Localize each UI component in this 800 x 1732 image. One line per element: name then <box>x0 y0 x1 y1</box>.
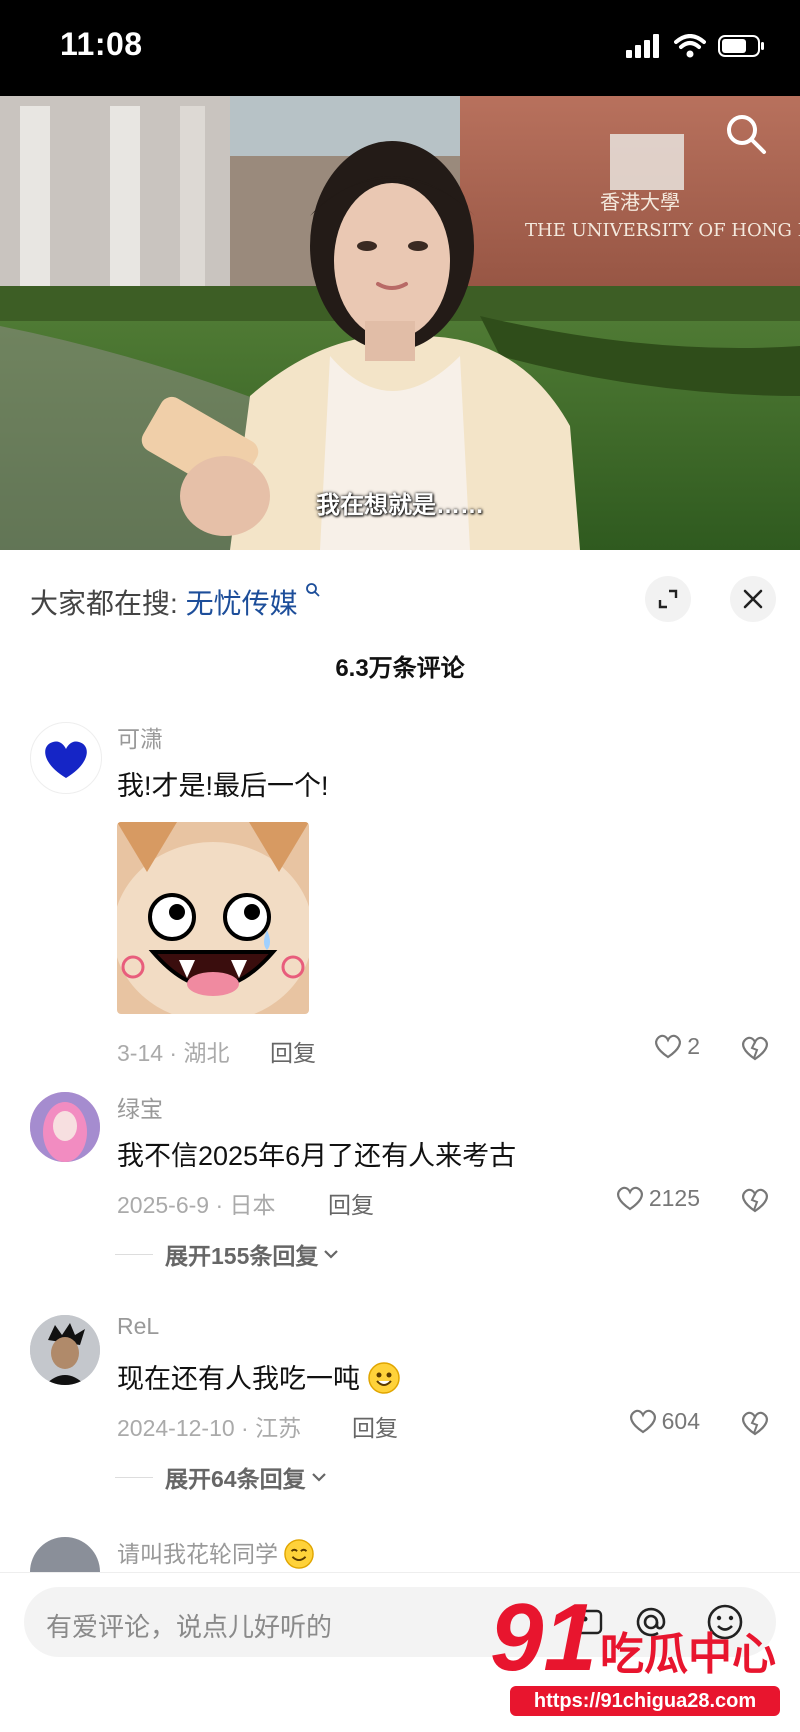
like-button[interactable]: 2 <box>653 1032 700 1060</box>
comment-input-placeholder: 有爱评论，说点儿好听的 <box>46 1612 333 1642</box>
divider <box>115 1253 153 1255</box>
signal-icon <box>626 34 659 58</box>
hot-search-prefix: 大家都在搜: <box>30 588 178 619</box>
comment-text: 我!才是!最后一个! <box>117 771 329 801</box>
smiley-emoji-icon <box>284 1539 315 1569</box>
like-count: 2 <box>687 1032 700 1059</box>
comment-text-content: 现在还有人我吃一吨 <box>117 1364 360 1394</box>
avatar[interactable] <box>30 722 102 794</box>
video-subtitle: 我在想就是…… <box>316 492 484 519</box>
comment-username-text: 请叫我花轮同学 <box>117 1541 278 1567</box>
watermark-number: 91 <box>490 1584 597 1691</box>
reply-button[interactable]: 回复 <box>328 1186 374 1220</box>
watermark-logo: 91 吃瓜中心 https://91chigua28.com <box>490 1590 790 1720</box>
search-small-icon <box>306 583 320 597</box>
hot-search[interactable]: 大家都在搜: 无忧传媒 <box>30 582 321 622</box>
user-avatar-icon <box>30 1092 100 1162</box>
sign-english: THE UNIVERSITY OF HONG K <box>525 220 800 241</box>
status-icons <box>626 34 766 58</box>
dislike-icon[interactable] <box>740 1186 770 1214</box>
comment-count: 6.3万条评论 <box>335 655 465 682</box>
comment-username[interactable]: 可潇 <box>117 720 163 754</box>
cat-sticker <box>117 822 309 1014</box>
expand-replies-button[interactable]: 展开155条回复 <box>115 1237 340 1271</box>
close-button[interactable] <box>730 576 776 622</box>
chevron-down-icon <box>324 1250 339 1259</box>
expand-button[interactable] <box>645 576 691 622</box>
comment-text: 现在还有人我吃一吨 <box>117 1357 400 1396</box>
smiley-emoji-icon <box>367 1362 400 1394</box>
hot-search-term[interactable]: 无忧传媒 <box>186 588 298 619</box>
comment-username[interactable]: ReL <box>117 1313 159 1340</box>
like-count: 2125 <box>648 1184 700 1211</box>
comment-meta: 2024-12-10 · 江苏 <box>117 1415 302 1441</box>
search-icon[interactable] <box>722 110 770 158</box>
status-bar: 11:08 <box>0 0 800 96</box>
watermark-url: https://91chigua28.com <box>510 1686 780 1716</box>
close-icon <box>743 589 763 609</box>
comment-meta: 2025-6-9 · 日本 <box>117 1192 276 1218</box>
video-frame: 香港大學 THE UNIVERSITY OF HONG K <box>0 96 800 550</box>
battery-icon <box>718 35 764 57</box>
comment-sheet: 大家都在搜: 无忧传媒 6.3万条评论 可潇 我!才是!最后一个! 3-14 ·… <box>0 552 800 1731</box>
reply-button[interactable]: 回复 <box>352 1409 398 1443</box>
watermark-brand: 吃瓜中心 <box>600 1630 776 1679</box>
comment-username[interactable]: 绿宝 <box>117 1090 163 1124</box>
user-avatar-icon <box>30 1315 100 1385</box>
avatar[interactable] <box>30 1315 100 1385</box>
expand-replies-label: 展开155条回复 <box>165 1243 319 1269</box>
comment-username[interactable]: 请叫我花轮同学 <box>117 1535 315 1569</box>
sign-chinese: 香港大學 <box>600 190 680 214</box>
heart-icon <box>629 1409 656 1434</box>
expand-replies-button[interactable]: 展开64条回复 <box>115 1460 328 1494</box>
wifi-icon <box>674 34 706 58</box>
like-button[interactable]: 604 <box>628 1407 700 1435</box>
dislike-icon[interactable] <box>740 1409 770 1437</box>
avatar[interactable] <box>30 1092 100 1162</box>
reply-button[interactable]: 回复 <box>270 1034 316 1068</box>
dislike-icon[interactable] <box>740 1034 770 1062</box>
divider <box>115 1476 153 1478</box>
heart-avatar-icon <box>45 741 87 778</box>
heart-icon <box>655 1034 682 1059</box>
like-button[interactable]: 2125 <box>615 1184 700 1212</box>
expand-replies-label: 展开64条回复 <box>165 1466 306 1492</box>
comment-text: 我不信2025年6月了还有人来考古 <box>117 1141 517 1171</box>
like-count: 604 <box>661 1407 700 1434</box>
chevron-down-icon <box>311 1473 326 1482</box>
heart-icon <box>616 1186 643 1211</box>
status-time: 11:08 <box>60 26 143 62</box>
video-player[interactable]: 香港大學 THE UNIVERSITY OF HONG K <box>0 96 800 550</box>
comment-meta: 3-14 · 湖北 <box>117 1040 230 1066</box>
avatar[interactable] <box>30 1537 100 1573</box>
comment-sticker-image[interactable] <box>117 822 309 1014</box>
expand-icon <box>658 589 678 609</box>
